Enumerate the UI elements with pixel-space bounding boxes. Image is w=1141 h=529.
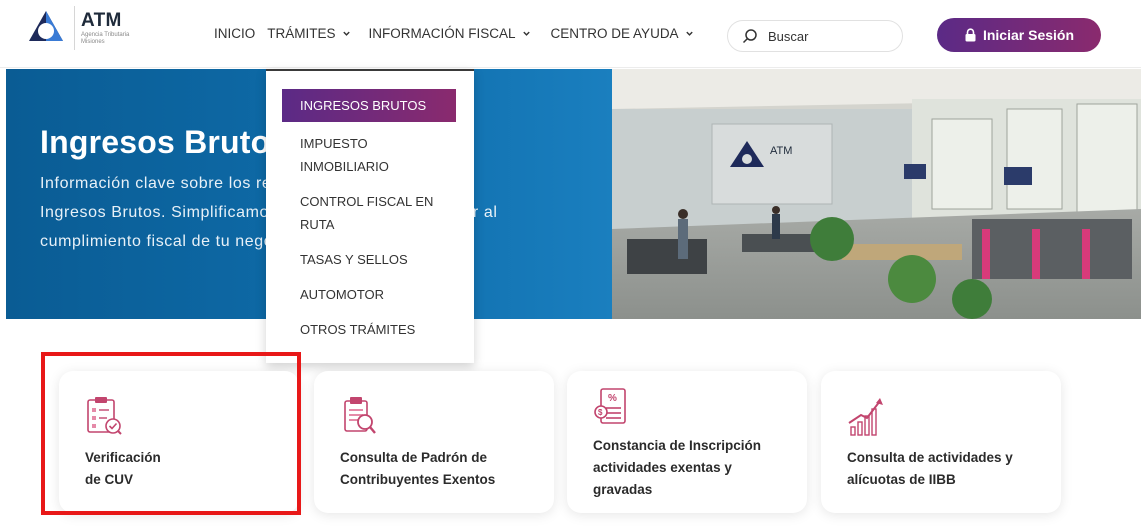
card-label-line1: Consulta de Padrón de bbox=[340, 450, 488, 465]
office-photo-illustration: ATM bbox=[612, 69, 1141, 319]
svg-text:$: $ bbox=[598, 408, 603, 417]
card-label-line1: Constancia de Inscripción bbox=[593, 438, 762, 453]
logo-subtitle-1: Agencia Tributaria bbox=[81, 31, 130, 38]
hero-title: Ingresos Brutos bbox=[40, 124, 289, 160]
dropdown-item-impuesto-inmobiliario[interactable]: IMPUESTO INMOBILIARIO bbox=[300, 132, 450, 178]
svg-text:ATM: ATM bbox=[770, 145, 792, 157]
logo-text: ATM Agencia Tributaria Misiones bbox=[81, 11, 129, 46]
card-consulta-padron-exentos[interactable]: Consulta de Padrón de Contribuyentes Exe… bbox=[314, 371, 554, 513]
percent-document-icon: % $ bbox=[594, 388, 626, 424]
card-consulta-actividades-alicuotas[interactable]: Consulta de actividades y alícuotas de I… bbox=[821, 371, 1061, 513]
nav-tramites-label: TRÁMITES bbox=[267, 26, 336, 41]
nav-inicio-label: INICIO bbox=[214, 26, 256, 41]
nav-centro-de-ayuda-label: CENTRO DE AYUDA bbox=[550, 26, 679, 41]
card-label-line2: alícuotas de IIBB bbox=[847, 472, 956, 487]
search-input[interactable] bbox=[768, 28, 888, 44]
card-label-line2: actividades exentas y bbox=[593, 460, 732, 475]
svg-text:%: % bbox=[608, 393, 617, 404]
card-constancia-inscripcion[interactable]: % $ Constancia de Inscripción actividade… bbox=[567, 371, 807, 513]
chevron-down-icon bbox=[685, 31, 693, 36]
lock-icon bbox=[965, 28, 976, 42]
logo-divider bbox=[74, 6, 75, 50]
atm-logo[interactable]: ATM Agencia Tributaria Misiones bbox=[26, 6, 129, 50]
nav-informacion-fiscal[interactable]: INFORMACIÓN FISCAL bbox=[369, 26, 531, 41]
chevron-down-icon bbox=[342, 31, 350, 36]
highlight-annotation-box bbox=[41, 352, 301, 515]
dropdown-item-ingresos-brutos[interactable]: INGRESOS BRUTOS bbox=[282, 89, 456, 122]
search-icon bbox=[742, 29, 757, 44]
search-box[interactable] bbox=[727, 20, 903, 52]
atm-logo-icon bbox=[29, 11, 63, 41]
card-label-line3: gravadas bbox=[593, 482, 653, 497]
chevron-down-icon bbox=[522, 31, 530, 36]
nav-tramites[interactable]: TRÁMITES bbox=[267, 26, 350, 41]
dropdown-item-automotor[interactable]: AUTOMOTOR bbox=[300, 283, 450, 306]
logo-title: ATM bbox=[81, 9, 122, 31]
growth-chart-icon bbox=[848, 398, 883, 436]
logo-subtitle-2: Misiones bbox=[81, 38, 105, 45]
dropdown-item-control-fiscal-en-ruta[interactable]: CONTROL FISCAL EN RUTA bbox=[300, 190, 450, 236]
nav-inicio[interactable]: INICIO bbox=[214, 26, 255, 41]
card-label-line1: Consulta de actividades y bbox=[847, 450, 1013, 465]
dropdown-item-tasas-y-sellos[interactable]: TASAS Y SELLOS bbox=[300, 248, 450, 271]
login-button-label: Iniciar Sesión bbox=[982, 27, 1075, 43]
main-nav: INICIO TRÁMITES INFORMACIÓN FISCAL CENTR… bbox=[214, 26, 714, 41]
hero-office-photo: ATM bbox=[612, 69, 1141, 319]
nav-centro-de-ayuda[interactable]: CENTRO DE AYUDA bbox=[551, 26, 694, 41]
tramites-dropdown-menu: INGRESOS BRUTOS IMPUESTO INMOBILIARIO CO… bbox=[266, 69, 474, 363]
nav-informacion-fiscal-label: INFORMACIÓN FISCAL bbox=[368, 26, 516, 41]
card-label-line2: Contribuyentes Exentos bbox=[340, 472, 496, 487]
login-button[interactable]: Iniciar Sesión bbox=[937, 18, 1101, 52]
site-header: ATM Agencia Tributaria Misiones INICIO T… bbox=[0, 0, 1141, 68]
dropdown-item-otros-tramites[interactable]: OTROS TRÁMITES bbox=[300, 318, 450, 341]
clipboard-search-icon bbox=[344, 397, 376, 434]
